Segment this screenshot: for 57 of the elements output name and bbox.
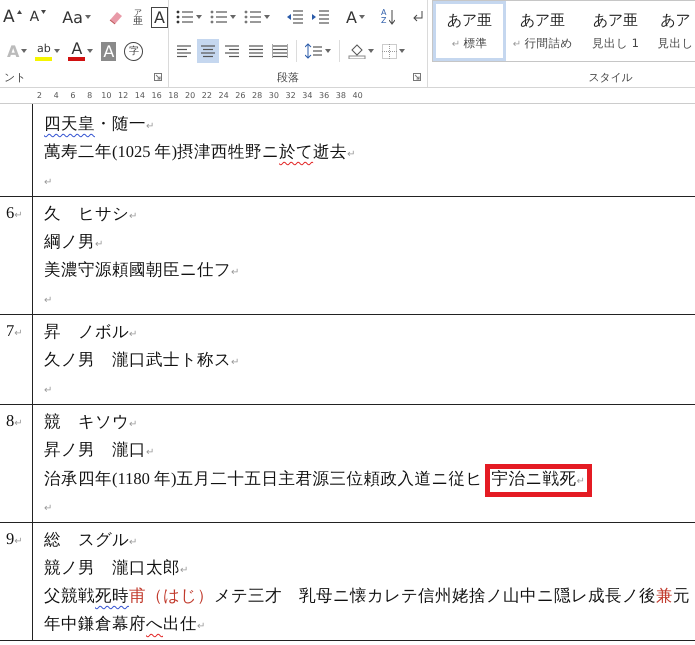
font-color-button[interactable]: A bbox=[65, 39, 96, 63]
style-item[interactable]: あア 見出し bbox=[652, 1, 695, 61]
body-text: 昇ノ男 瀧口↵ bbox=[44, 440, 154, 459]
row-number: 8↵ bbox=[6, 411, 23, 430]
highlight-frame: 宇治ニ戦死↵ bbox=[484, 464, 592, 497]
borders-icon bbox=[382, 44, 397, 58]
body-text: 年中鎌倉幕府へ出仕↵ bbox=[44, 614, 206, 633]
indent-icon bbox=[312, 9, 330, 25]
sort-button[interactable]: AZ bbox=[378, 5, 398, 29]
shrink-font-button[interactable]: A bbox=[26, 5, 50, 29]
body-text: 久ノ男 瀧口武士ト称ス↵ bbox=[44, 350, 240, 369]
alignment-icon bbox=[224, 44, 240, 58]
row-number: 7↵ bbox=[6, 321, 23, 340]
ruby-button[interactable]: ア 亜 bbox=[130, 5, 146, 29]
paint-bucket-icon bbox=[348, 43, 366, 59]
alignment-icon bbox=[176, 44, 192, 58]
body-text: 四天皇・随一↵ bbox=[44, 114, 154, 133]
up-caret-icon bbox=[16, 10, 22, 14]
grow-font-button[interactable]: A bbox=[0, 5, 25, 29]
alignment-icon bbox=[248, 44, 264, 58]
body-text: 父競戦死時甫（はじ）メテ三才 乳母ニ懐カレテ信州姥捨ノ山中ニ隠レ成長ノ後兼元 bbox=[44, 586, 690, 605]
body-text: 治承四年(1180 年)五月二十五日主君源三位頼政入道ニ従ヒ bbox=[44, 469, 483, 488]
body-text: 競ノ男 瀧口太郎↵ bbox=[44, 558, 188, 577]
line-spacing-icon bbox=[305, 43, 323, 59]
asian-layout-button[interactable]: A bbox=[343, 5, 368, 29]
style-item[interactable]: あア亜 ↵ 行間詰め bbox=[506, 1, 579, 61]
row-number: 9↵ bbox=[6, 529, 23, 548]
paragraph-mark: ↵ bbox=[44, 384, 52, 397]
paragraph-mark: ↵ bbox=[44, 294, 52, 307]
list-icon bbox=[176, 9, 194, 25]
down-arrow-icon bbox=[388, 9, 395, 25]
alignment-icon bbox=[272, 44, 288, 58]
outdent-icon bbox=[286, 9, 304, 25]
row-number: 6↵ bbox=[6, 203, 23, 222]
paragraph-mark: ↵ bbox=[44, 176, 52, 189]
body-text: 綱ノ男↵ bbox=[44, 232, 104, 251]
list-icon bbox=[210, 9, 228, 25]
dialog-launcher-icon[interactable] bbox=[413, 73, 421, 81]
down-caret-icon bbox=[41, 10, 46, 14]
group-label: スタイル bbox=[588, 70, 634, 86]
body-text: 萬寿二年(1025 年)摂津西牲野ニ於て逝去↵ bbox=[44, 142, 356, 161]
style-item[interactable]: あア亜 見出し 1 bbox=[579, 1, 652, 61]
group-label: 段落 bbox=[276, 70, 300, 86]
body-text: 美濃守源頼國朝臣ニ仕フ↵ bbox=[44, 260, 240, 279]
list-icon bbox=[244, 9, 262, 25]
body-text: 昇 ノボル↵ bbox=[44, 322, 138, 341]
highlight-button[interactable]: ab bbox=[32, 39, 64, 63]
dialog-launcher-icon[interactable] bbox=[154, 73, 162, 81]
body-text: 久 ヒサシ↵ bbox=[44, 204, 138, 223]
paragraph-mark: ↵ bbox=[44, 502, 52, 515]
center-button[interactable] bbox=[197, 39, 219, 63]
style-item[interactable]: あア亜 ↵ 標準 bbox=[433, 1, 506, 61]
group-label: ント bbox=[3, 70, 27, 86]
body-text: 競 キソウ↵ bbox=[44, 412, 138, 431]
body-text: 総 スグル↵ bbox=[44, 530, 138, 549]
alignment-icon bbox=[200, 44, 216, 58]
change-case-button[interactable]: Aa bbox=[59, 5, 94, 29]
